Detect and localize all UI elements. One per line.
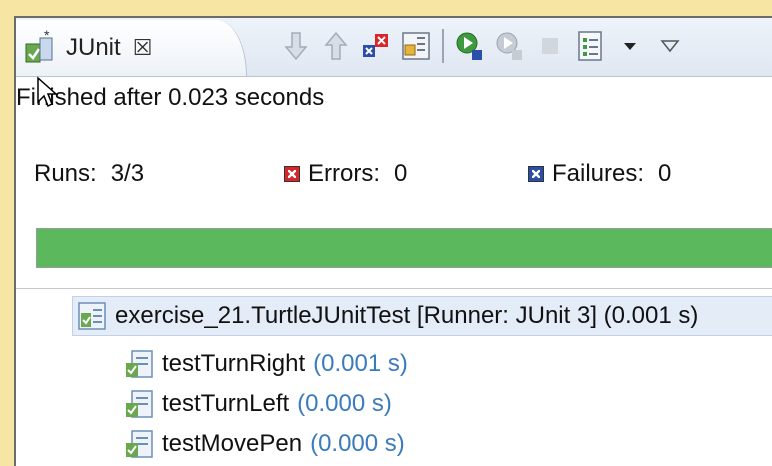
test-passed-icon	[124, 389, 154, 419]
view-tab-bar: * JUnit ☒	[16, 18, 772, 77]
status-message: Finished after 0.023 seconds	[16, 84, 325, 111]
progress-fill	[37, 229, 772, 267]
runs-counter: Runs: 3/3	[34, 160, 144, 188]
view-toolbar	[276, 24, 690, 68]
failures-counter: Failures: 0	[528, 160, 671, 188]
failure-icon	[528, 166, 544, 182]
failures-value: 0	[658, 160, 672, 187]
test-case-row[interactable]: testMovePen (0.000 s)	[124, 426, 405, 462]
stop-icon[interactable]	[530, 26, 570, 66]
test-progress-bar	[36, 228, 772, 268]
test-run-history-icon[interactable]	[570, 26, 610, 66]
test-time: (0.000 s)	[297, 390, 392, 417]
next-failure-icon[interactable]	[276, 26, 316, 66]
tree-root-suite[interactable]: exercise_21.TurtleJUnitTest [Runner: JUn…	[72, 296, 772, 336]
errors-counter: Errors: 0	[284, 160, 407, 188]
test-suite-icon	[77, 301, 107, 331]
rerun-failed-first-icon[interactable]	[490, 26, 530, 66]
runs-value: 3/3	[110, 160, 145, 187]
counters-panel: Runs: 3/3 Errors: 0 Failures: 0	[16, 138, 772, 198]
errors-value: 0	[394, 160, 408, 187]
scroll-lock-icon[interactable]	[396, 26, 436, 66]
error-icon	[284, 166, 300, 182]
svg-text:*: *	[44, 28, 50, 43]
junit-view: * JUnit ☒ Finished after 0.023 seconds R…	[14, 16, 772, 466]
test-name: testTurnRight	[162, 350, 306, 377]
close-tab-icon[interactable]: ☒	[133, 35, 153, 61]
test-passed-icon	[124, 349, 154, 379]
view-menu-icon[interactable]	[650, 26, 690, 66]
show-failures-only-icon[interactable]	[356, 26, 396, 66]
junit-icon: *	[22, 27, 62, 68]
test-case-row[interactable]: testTurnRight (0.001 s)	[124, 346, 408, 382]
mouse-cursor	[36, 76, 58, 115]
runs-label: Runs:	[34, 160, 97, 187]
test-name: testTurnLeft	[162, 390, 290, 417]
test-passed-icon	[124, 429, 154, 459]
failures-label: Failures:	[552, 160, 645, 187]
test-time: (0.001 s)	[313, 350, 408, 377]
suite-label: exercise_21.TurtleJUnitTest [Runner: JUn…	[115, 302, 699, 329]
toolbar-separator	[442, 29, 444, 63]
test-case-row[interactable]: testTurnLeft (0.000 s)	[124, 386, 392, 422]
rerun-test-icon[interactable]	[450, 26, 490, 66]
previous-failure-icon[interactable]	[316, 26, 356, 66]
tab-title: JUnit	[66, 34, 121, 61]
dropdown-arrow-icon[interactable]	[610, 26, 650, 66]
sash-divider[interactable]	[16, 288, 772, 289]
errors-label: Errors:	[308, 160, 380, 187]
junit-tab[interactable]: * JUnit ☒	[16, 20, 247, 76]
